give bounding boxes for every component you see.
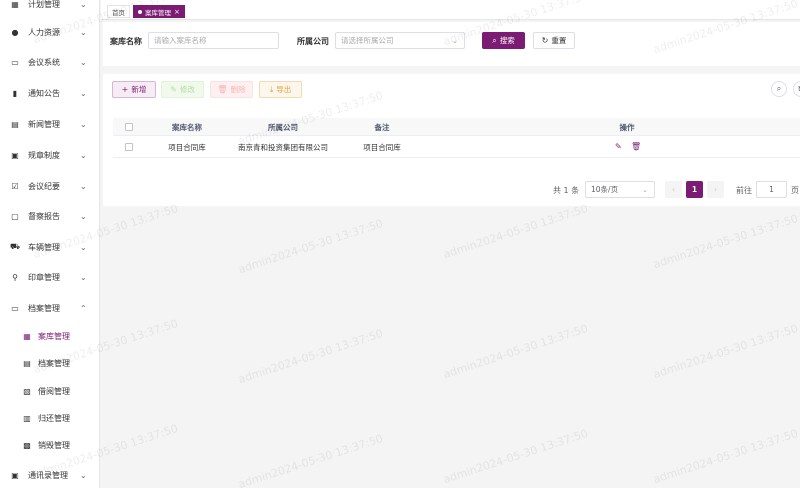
reset-button[interactable]: ↻ 重置 <box>533 32 575 49</box>
chevron-down-icon: ⌄ <box>80 150 87 160</box>
sidebar-item-archive[interactable]: ▭ 档案管理 ⌃ <box>0 298 99 318</box>
chevron-up-icon: ⌃ <box>80 303 87 313</box>
row-checkbox[interactable] <box>125 143 133 151</box>
tab-bar: 首页 案库管理 × <box>101 0 800 20</box>
minutes-icon: ☑ <box>11 181 19 191</box>
chevron-down-icon: ⌄ <box>80 470 87 480</box>
chevron-down-icon: ⌄ <box>80 272 87 282</box>
pagination-total: 共 1 条 <box>553 186 580 195</box>
trash-icon: 🗑 <box>217 85 228 94</box>
plus-icon: + <box>121 85 129 94</box>
search-icon: ⌕ <box>776 84 782 93</box>
chevron-down-icon: ⌄ <box>80 57 87 67</box>
company-select[interactable]: 请选择所属公司 ⌄ <box>335 32 465 49</box>
cell-remark: 项目合同库 <box>363 143 401 152</box>
sidebar-item-hr[interactable]: ● 人力资源 ⌄ <box>0 22 99 42</box>
sidebar-item-report[interactable]: ▢ 督察报告 ⌄ <box>0 206 99 226</box>
column-header-company: 所属公司 <box>268 123 298 132</box>
edit-icon: ✎ <box>170 85 177 94</box>
search-button[interactable]: ⌕ 搜索 <box>482 32 525 49</box>
chevron-down-icon: ⌄ <box>80 119 87 129</box>
chevron-down-icon: ⌄ <box>80 0 87 9</box>
sidebar-item-vehicle[interactable]: ⛟ 车辆管理 ⌄ <box>0 237 99 257</box>
table-row: 项目合同库 南京青和投资集团有限公司 项目合同库 ✎ 🗑 <box>113 137 800 158</box>
cell-name: 项目合同库 <box>168 143 206 152</box>
notice-icon: ▮ <box>12 88 18 98</box>
cell-company: 南京青和投资集团有限公司 <box>238 143 328 152</box>
monitor-icon: ▭ <box>11 57 19 67</box>
sidebar-subitem-return[interactable]: ▥ 归还管理 <box>0 408 99 428</box>
column-header-actions: 操作 <box>619 123 635 132</box>
return-icon: ▥ <box>23 413 31 423</box>
chevron-down-icon: ⌄ <box>80 27 87 37</box>
borrow-icon: ▧ <box>23 386 31 396</box>
folder-icon: ▭ <box>11 303 19 313</box>
sidebar-item-notice[interactable]: ▮ 通知公告 ⌄ <box>0 83 99 103</box>
news-icon: ▤ <box>11 119 19 129</box>
edit-icon[interactable]: ✎ <box>615 142 622 151</box>
name-input[interactable]: 请输入案库名称 <box>148 32 279 49</box>
chevron-down-icon: ⌄ <box>80 181 87 191</box>
export-button[interactable]: ⤓ 导出 <box>259 81 302 98</box>
sidebar-item-plan[interactable]: ▦ 计划管理 ⌄ <box>0 0 99 14</box>
company-label: 所属公司 <box>297 37 329 46</box>
delete-button[interactable]: 🗑 删除 <box>210 81 253 98</box>
sidebar-subitem-archive-library[interactable]: ▦ 案库管理 <box>0 326 99 346</box>
page-size-select[interactable]: 10条/页 ⌄ <box>585 181 655 198</box>
name-label: 案库名称 <box>110 37 142 46</box>
chevron-down-icon: ⌄ <box>452 36 458 45</box>
refresh-table-button[interactable]: ↻ <box>793 81 800 97</box>
goto-label: 前往 <box>736 186 752 195</box>
table-card: + 新增 ✎ 修改 🗑 删除 ⤓ 导出 ⌕ ↻ 案库名称 所属公司 备注 操作 <box>103 74 800 206</box>
next-page-button[interactable]: › <box>707 181 724 198</box>
seal-icon: ⚲ <box>12 272 18 282</box>
chevron-down-icon: ⌄ <box>80 242 87 252</box>
column-header-name: 案库名称 <box>172 123 202 132</box>
goto-page-input[interactable]: 1 <box>756 181 787 198</box>
sidebar-item-meeting[interactable]: ▭ 会议系统 ⌄ <box>0 52 99 72</box>
trash-icon[interactable]: 🗑 <box>631 142 641 151</box>
sidebar-item-contacts[interactable]: ▣ 通讯录管理 ⌄ <box>0 465 99 485</box>
sidebar-subitem-destroy[interactable]: ▩ 销毁管理 <box>0 435 99 455</box>
tab-archive-library[interactable]: 案库管理 × <box>133 5 185 18</box>
search-icon: ⌕ <box>492 35 497 45</box>
add-button[interactable]: + 新增 <box>112 81 156 98</box>
select-all-checkbox[interactable] <box>125 123 133 131</box>
page-number-1[interactable]: 1 <box>686 181 703 198</box>
chevron-down-icon: ⌄ <box>642 185 648 194</box>
archive-box-icon: ▦ <box>23 331 31 341</box>
sidebar-subitem-borrow[interactable]: ▧ 借阅管理 <box>0 381 99 401</box>
close-icon[interactable]: × <box>174 8 180 16</box>
page-suffix: 页 <box>791 186 799 195</box>
table-header: 案库名称 所属公司 备注 操作 <box>113 118 800 136</box>
sidebar: ▦ 计划管理 ⌄ ● 人力资源 ⌄ ▭ 会议系统 ⌄ ▮ 通知公告 ⌄ ▤ 新闻… <box>0 0 100 488</box>
user-icon: ● <box>11 27 19 37</box>
report-icon: ▢ <box>11 211 19 221</box>
sidebar-item-rules[interactable]: ▣ 规章制度 ⌄ <box>0 145 99 165</box>
sidebar-item-news[interactable]: ▤ 新闻管理 ⌄ <box>0 114 99 134</box>
prev-page-button[interactable]: ‹ <box>665 181 682 198</box>
search-toggle-button[interactable]: ⌕ <box>771 81 787 97</box>
rules-icon: ▣ <box>11 150 19 160</box>
main-content: 首页 案库管理 × 案库名称 请输入案库名称 所属公司 请选择所属公司 ⌄ ⌕ … <box>101 0 800 488</box>
calendar-icon: ▦ <box>11 0 19 9</box>
chevron-down-icon: ⌄ <box>80 211 87 221</box>
column-header-remark: 备注 <box>374 123 390 132</box>
sidebar-subitem-file[interactable]: ▤ 档案管理 <box>0 353 99 373</box>
shredder-icon: ▩ <box>23 440 31 450</box>
sidebar-item-seal[interactable]: ⚲ 印章管理 ⌄ <box>0 267 99 287</box>
download-icon: ⤓ <box>269 84 274 94</box>
tab-home[interactable]: 首页 <box>107 5 130 18</box>
active-dot-icon <box>138 9 142 14</box>
file-icon: ▤ <box>23 358 31 368</box>
refresh-icon: ↻ <box>541 36 549 45</box>
chevron-down-icon: ⌄ <box>80 88 87 98</box>
search-form: 案库名称 请输入案库名称 所属公司 请选择所属公司 ⌄ ⌕ 搜索 ↻ 重置 <box>103 22 800 66</box>
edit-button[interactable]: ✎ 修改 <box>161 81 204 98</box>
contacts-icon: ▣ <box>11 470 19 480</box>
sidebar-item-minutes[interactable]: ☑ 会议纪要 ⌄ <box>0 176 99 196</box>
car-icon: ⛟ <box>9 242 21 251</box>
